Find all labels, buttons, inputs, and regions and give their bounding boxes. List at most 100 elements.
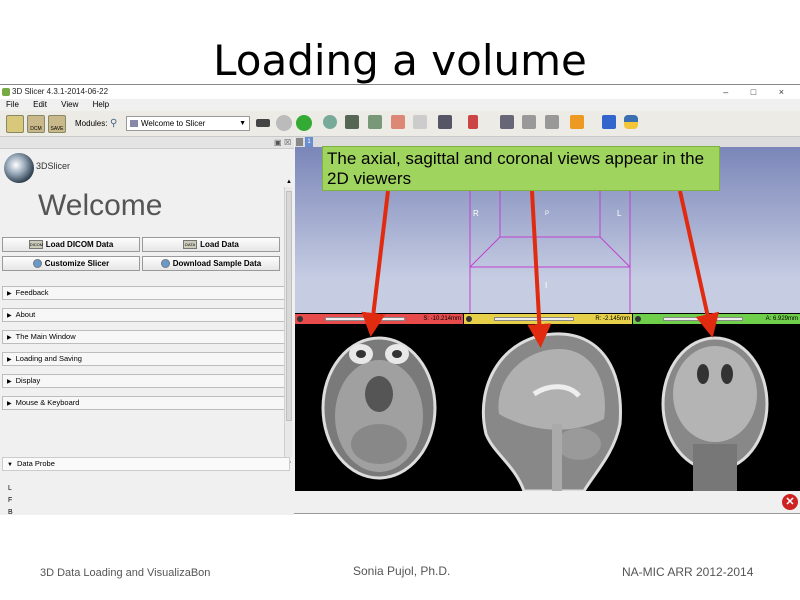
dicom-icon[interactable]: DCM	[27, 115, 45, 133]
section-label: The Main Window	[15, 332, 76, 341]
module-panel: ▣ ☒ 3DSlicer Welcome DICOM Load DICOM Dat…	[0, 137, 294, 516]
load-dicom-button[interactable]: DICOM Load DICOM Data	[2, 237, 140, 252]
data-icon[interactable]	[6, 115, 24, 133]
footer-left: 3D Data Loading and VisualizaBon	[40, 567, 211, 579]
data-icon: DATA	[183, 240, 198, 250]
cube-label-r: R	[473, 209, 479, 218]
panel-header: ▣ ☒	[0, 137, 294, 149]
chevron-down-icon: ▼	[239, 120, 246, 127]
close-icon[interactable]: ✕	[782, 494, 798, 510]
download-sample-label: Download Sample Data	[172, 259, 262, 268]
red-slice-controller: S: -10.214mm	[295, 314, 463, 324]
green-slice-slider[interactable]	[663, 317, 743, 321]
view-tab-1[interactable]: 1	[305, 137, 313, 147]
volume-icon[interactable]	[345, 115, 359, 129]
cube-label-p: P	[545, 211, 550, 217]
section-label: Feedback	[15, 288, 49, 297]
section-main-window[interactable]: ▶ The Main Window	[2, 330, 290, 344]
section-loading-saving[interactable]: ▶ Loading and Saving	[2, 352, 290, 366]
green-slice-controller: A: 6.929mm	[633, 314, 800, 324]
callout-box: The axial, sagittal and coronal views ap…	[322, 146, 720, 191]
probe-label-l: L	[8, 485, 12, 492]
markup-icon[interactable]	[522, 115, 536, 129]
section-about[interactable]: ▶ About	[2, 308, 290, 322]
green-coronal-view[interactable]	[633, 324, 800, 491]
red-slice-slider[interactable]	[325, 317, 405, 321]
customize-slicer-button[interactable]: Customize Slicer	[2, 256, 140, 271]
transforms-icon[interactable]	[391, 115, 405, 129]
dicom-icon: DICOM	[28, 240, 44, 250]
section-display[interactable]: ▶ Display	[2, 374, 290, 388]
customize-label: Customize Slicer	[44, 259, 110, 268]
red-slice-offset: S: -10.214mm	[423, 316, 461, 322]
section-label: Mouse & Keyboard	[15, 398, 80, 407]
slide: Loading a volume 3D Slicer 4.3.1-2014-06…	[0, 0, 800, 600]
probe-label-f: F	[8, 497, 13, 504]
section-label: Loading and Saving	[15, 354, 82, 363]
footer-center: Sonia Pujol, Ph.D.	[353, 564, 451, 578]
scroll-up-icon[interactable]: ▲	[285, 179, 293, 185]
menu-help[interactable]: Help	[93, 100, 109, 109]
chevron-right-icon: ▶	[7, 313, 12, 319]
screenshot-icon[interactable]	[500, 115, 514, 129]
scrollbar-thumb[interactable]	[286, 191, 292, 421]
coronal-brain-image	[661, 336, 769, 491]
back-icon[interactable]	[276, 115, 292, 131]
panel-scrollbar[interactable]: ▲ ▼	[284, 179, 292, 467]
axial-brain-image	[321, 336, 437, 480]
menu-view[interactable]: View	[61, 100, 78, 109]
save-icon[interactable]: SAVE	[48, 115, 66, 133]
cube-label-l: L	[617, 209, 622, 218]
models-icon[interactable]	[368, 115, 382, 129]
data-probe-section[interactable]: ▼ Data Probe	[2, 457, 290, 471]
section-feedback[interactable]: ▶ Feedback	[2, 286, 290, 300]
welcome-heading: Welcome	[38, 189, 163, 222]
editor-icon[interactable]	[413, 115, 427, 129]
load-data-button[interactable]: DATA Load Data	[142, 237, 280, 252]
menu-file[interactable]: File	[6, 100, 19, 109]
close-panel-icon[interactable]: ☒	[284, 138, 291, 147]
download-sample-button[interactable]: Download Sample Data	[142, 256, 280, 271]
place-icon[interactable]	[545, 115, 559, 129]
section-mouse-keyboard[interactable]: ▶ Mouse & Keyboard	[2, 396, 290, 410]
module-selector[interactable]: Welcome to Slicer ▼	[126, 116, 250, 131]
extension-icon[interactable]	[602, 115, 616, 129]
window-titlebar: 3D Slicer 4.3.1-2014-06-22 – □ ×	[0, 85, 800, 99]
slide-title: Loading a volume	[213, 36, 587, 85]
scene-icon[interactable]	[323, 115, 337, 129]
probe-label-b: B	[8, 509, 13, 516]
mouse-mode-icon[interactable]	[468, 115, 478, 129]
chevron-right-icon: ▶	[7, 335, 12, 341]
yellow-slice-slider[interactable]	[494, 317, 574, 321]
pin-icon[interactable]	[297, 316, 303, 322]
search-icon[interactable]: ⚲	[110, 118, 117, 129]
data-probe-label: Data Probe	[16, 459, 55, 468]
yellow-sagittal-view[interactable]	[464, 324, 632, 493]
crosshair-icon[interactable]	[570, 115, 584, 129]
undock-icon[interactable]: ▣	[274, 138, 282, 147]
red-axial-view[interactable]	[295, 324, 463, 491]
load-data-label: Load Data	[200, 240, 239, 249]
yellow-slice-offset: R: -2.145mm	[595, 316, 630, 322]
section-label: Display	[15, 376, 41, 385]
module-selected-label: Welcome to Slicer	[141, 119, 206, 128]
python-icon[interactable]	[624, 115, 638, 129]
window-controls[interactable]: – □ ×	[723, 85, 794, 99]
cube-label-i: I	[545, 281, 548, 290]
forward-icon[interactable]	[296, 115, 312, 131]
pin-icon[interactable]	[635, 316, 641, 322]
menu-edit[interactable]: Edit	[33, 100, 47, 109]
yellow-slice-controller: R: -2.145mm	[464, 314, 632, 324]
module-icon	[130, 120, 138, 127]
menubar: File Edit View Help	[0, 99, 800, 111]
slicer-app-icon	[2, 88, 10, 96]
main-toolbar: DCM SAVE Modules: ⚲ Welcome to Slicer ▼	[0, 111, 800, 137]
load-dicom-label: Load DICOM Data	[45, 240, 114, 249]
pin-icon[interactable]	[466, 316, 472, 322]
pin-icon[interactable]	[296, 138, 303, 146]
layout-icon[interactable]	[438, 115, 452, 129]
slicer-logo-icon	[4, 153, 34, 183]
history-icon[interactable]	[256, 119, 270, 127]
logo-text: 3DSlicer	[36, 161, 71, 171]
gear-icon	[32, 259, 42, 269]
